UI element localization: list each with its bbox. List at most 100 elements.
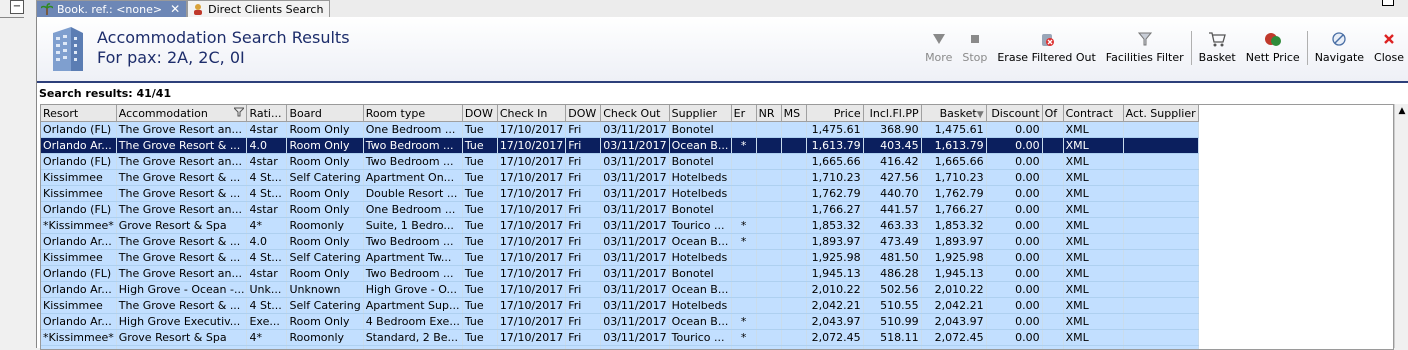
vertical-scrollbar[interactable]: ▲ (1394, 104, 1408, 348)
table-cell: 2,042.21 (921, 298, 986, 314)
table-cell: 1,945.13 (806, 266, 863, 282)
table-cell: 03/11/2017 (601, 138, 669, 154)
table-row[interactable]: KissimmeeThe Grove Resort & ...4 St...Se… (41, 170, 1377, 186)
column-header[interactable]: Rati... (247, 105, 287, 122)
column-header[interactable]: Contract (1063, 105, 1123, 122)
tab-direct-clients-search[interactable]: Direct Clients Search (187, 0, 330, 17)
basket-icon (1208, 31, 1226, 47)
column-header[interactable]: Of (1042, 105, 1063, 122)
table-cell: Bonotel (669, 266, 731, 282)
table-cell: The Grove Resort an... (116, 266, 247, 282)
table-cell: Tourico ... (669, 330, 731, 346)
nett-price-button[interactable]: Nett Price (1241, 31, 1305, 64)
table-cell (781, 250, 806, 266)
window-restore-icon[interactable] (1382, 0, 1394, 6)
table-cell: The Grove Resort & ... (116, 138, 247, 154)
table-cell: 0.00 (986, 154, 1042, 170)
table-cell (781, 330, 806, 346)
close-tab-icon[interactable]: ✕ (170, 2, 180, 16)
table-cell (756, 170, 781, 186)
table-cell (1042, 122, 1063, 138)
column-header[interactable]: Price (806, 105, 863, 122)
table-cell: XML (1063, 186, 1123, 202)
more-button[interactable]: More (920, 31, 957, 64)
table-cell: 0.00 (986, 234, 1042, 250)
table-cell (731, 298, 756, 314)
column-header[interactable]: Accommodation (116, 105, 247, 122)
table-cell-filler (1198, 250, 1377, 266)
table-cell: The Grove Resort an... (116, 202, 247, 218)
column-header[interactable]: Resort (41, 105, 116, 122)
table-cell: The Grove Resort an... (116, 122, 247, 138)
column-header[interactable]: Discount (986, 105, 1042, 122)
table-row[interactable]: KissimmeeThe Grove Resort & ...4 St...Ro… (41, 186, 1377, 202)
table-row[interactable]: Orlando (FL)The Grove Resort an...4starR… (41, 266, 1377, 282)
table-cell-filler (1198, 298, 1377, 314)
table-cell: 17/10/2017 (497, 138, 565, 154)
table-row[interactable]: Orlando Ar...The Grove Resort & ...4.0Ro… (41, 234, 1377, 250)
table-row[interactable]: Orlando (FL)The Grove Resort an...4starR… (41, 154, 1377, 170)
filter-icon[interactable] (234, 107, 244, 120)
erase-filtered-out-button[interactable]: Erase Filtered Out (992, 31, 1100, 64)
table-cell: 4.0 (247, 234, 287, 250)
close-button[interactable]: Close (1369, 31, 1408, 64)
column-header[interactable]: DOW (566, 105, 601, 122)
table-cell (781, 234, 806, 250)
results-grid: ResortAccommodationRati...BoardRoom type… (40, 104, 1394, 350)
scroll-up-icon[interactable]: ▲ (1395, 104, 1408, 118)
table-row[interactable]: Orlando Ar...High Grove Executiv...Exe..… (41, 314, 1377, 330)
tab-booking[interactable]: Book. ref.: <none> ✕ (36, 0, 187, 17)
table-row[interactable]: Orlando Ar...The Grove Resort & ...4.0Ro… (41, 138, 1377, 154)
column-header[interactable]: Room type (363, 105, 462, 122)
stop-button[interactable]: Stop (957, 31, 992, 64)
column-header[interactable]: Er (731, 105, 756, 122)
table-cell: Two Bedroom ... (363, 234, 462, 250)
table-cell (731, 186, 756, 202)
table-row[interactable]: *Kissimmee*Grove Resort & Spa4*RoomonlyS… (41, 330, 1377, 346)
column-header[interactable]: DOW (462, 105, 497, 122)
table-row[interactable]: *Kissimmee*Grove Resort & Spa4*RoomonlyS… (41, 218, 1377, 234)
column-header[interactable]: Basket▼ (921, 105, 986, 122)
table-cell: 4 St... (247, 186, 287, 202)
table-cell (1042, 234, 1063, 250)
table-cell (1123, 170, 1198, 186)
column-header[interactable]: MS (781, 105, 806, 122)
table-cell: XML (1063, 250, 1123, 266)
table-row[interactable]: KissimmeeThe Grove Resort & ...4 St...Se… (41, 250, 1377, 266)
column-header[interactable]: Check Out (601, 105, 669, 122)
navigate-button[interactable]: Navigate (1310, 31, 1369, 64)
table-cell: 1,766.27 (921, 202, 986, 218)
table-cell: 1,893.97 (806, 234, 863, 250)
table-row[interactable]: Orlando Ar...High Grove - Ocean -...Unk.… (41, 282, 1377, 298)
table-row[interactable]: KissimmeeThe Grove Resort & ...4 St...Se… (41, 298, 1377, 314)
funnel-icon (1136, 31, 1154, 47)
column-header[interactable]: Supplier (669, 105, 731, 122)
table-cell: 0.00 (986, 282, 1042, 298)
column-header[interactable]: Check In (497, 105, 565, 122)
table-cell: *Kissimmee* (41, 330, 116, 346)
table-cell: 1,475.61 (921, 122, 986, 138)
table-row[interactable]: Orlando (FL)The Grove Resort an...4starR… (41, 202, 1377, 218)
column-header[interactable]: Incl.Fl.PP (863, 105, 921, 122)
table-cell: 441.57 (863, 202, 921, 218)
facilities-filter-button[interactable]: Facilities Filter (1101, 31, 1189, 64)
table-cell: The Grove Resort & ... (116, 234, 247, 250)
table-row[interactable]: Orlando (FL)The Grove Resort an...4starR… (41, 122, 1377, 138)
sort-descending-icon[interactable]: ▼ (977, 110, 984, 120)
column-header[interactable]: Board (287, 105, 363, 122)
column-header[interactable]: NR (756, 105, 781, 122)
column-header[interactable]: Act. Supplier (1123, 105, 1198, 122)
basket-button[interactable]: Basket (1194, 31, 1241, 64)
table-cell: XML (1063, 202, 1123, 218)
table-cell-filler (1198, 282, 1377, 298)
collapse-button[interactable]: − (10, 0, 24, 14)
table-cell: Fri (566, 122, 601, 138)
table-cell (1042, 170, 1063, 186)
table-cell: Suite, 1 Bedro... (363, 218, 462, 234)
table-cell: Room Only (287, 138, 363, 154)
table-cell: Self Catering (287, 250, 363, 266)
table-cell (731, 154, 756, 170)
divider (0, 17, 24, 18)
table-cell: 1,853.32 (921, 218, 986, 234)
table-cell (731, 266, 756, 282)
